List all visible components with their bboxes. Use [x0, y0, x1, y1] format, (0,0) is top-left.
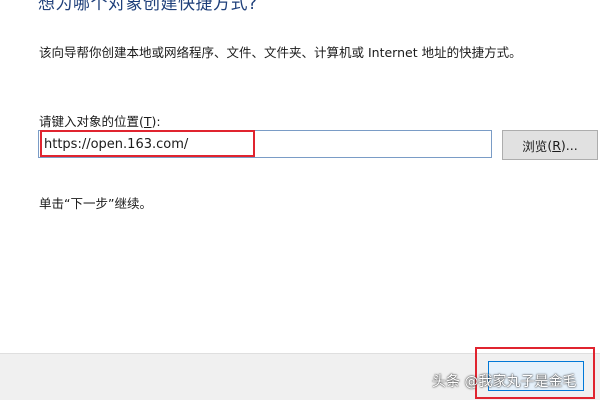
browse-button-label: 浏览: [522, 138, 548, 154]
location-label-mnemonic-key: T: [143, 114, 152, 129]
location-label-mnemonic-close: ):: [151, 114, 161, 129]
browse-mnemonic-key: R: [552, 137, 561, 153]
next-button[interactable]: [488, 361, 584, 391]
create-shortcut-wizard: 想为哪个对象创建快捷方式? 该向导帮你创建本地或网络程序、文件、文件夹、计算机或…: [0, 0, 600, 400]
location-label: 请键入对象的位置(T):: [39, 111, 161, 130]
browse-button[interactable]: 浏览(R)...: [502, 130, 598, 160]
wizard-heading: 想为哪个对象创建快捷方式?: [38, 0, 258, 14]
location-input[interactable]: [38, 130, 492, 158]
browse-mnemonic-close: )...: [560, 137, 578, 153]
wizard-description: 该向导帮你创建本地或网络程序、文件、文件夹、计算机或 Internet 地址的快…: [39, 45, 522, 60]
continue-hint: 单击“下一步”继续。: [39, 196, 152, 211]
location-label-text: 请键入对象的位置: [39, 114, 140, 129]
